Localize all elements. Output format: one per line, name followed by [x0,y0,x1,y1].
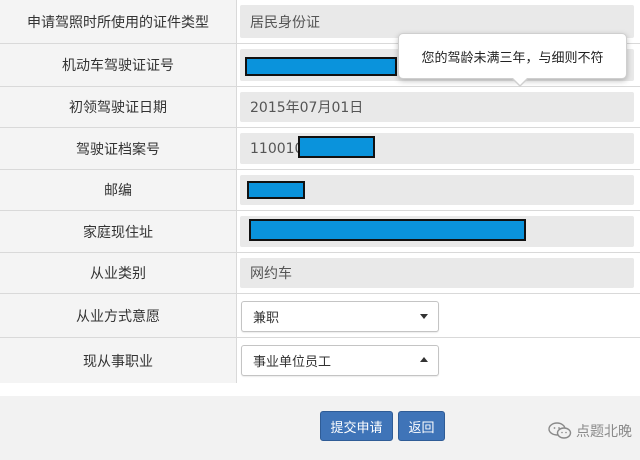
employment-mode-select[interactable]: 兼职 [241,301,439,332]
current-occupation-value: 事业单位员工 [253,355,332,370]
tooltip-arrow [511,77,529,87]
row-postal-code: 邮编 [0,170,640,211]
label-license-number: 机动车驾驶证证号 [0,44,237,86]
label-postal-code: 邮编 [0,170,237,210]
row-employment-category: 从业类别 网约车 [0,253,640,294]
driving-age-warning-tooltip: 您的驾龄未满三年，与细则不符 [398,33,627,87]
license-number-redaction [245,57,397,76]
label-license-file-number: 驾驶证档案号 [0,128,237,169]
watermark: 点题北晚 [548,421,632,441]
label-employment-category: 从业类别 [0,253,237,293]
label-id-document-type: 申请驾照时所使用的证件类型 [0,0,237,43]
first-license-date-field: 2015年07月01日 [240,92,634,122]
submit-application-button[interactable]: 提交申请 [320,411,393,441]
back-button[interactable]: 返回 [398,411,445,441]
file-number-redaction [298,136,375,158]
label-current-occupation: 现从事职业 [0,338,237,383]
wechat-icon [548,422,572,439]
row-first-license-date: 初领驾驶证日期 2015年07月01日 [0,87,640,128]
label-home-address: 家庭现住址 [0,211,237,252]
tooltip-text: 您的驾龄未满三年，与细则不符 [421,50,604,66]
chevron-down-icon [420,314,428,319]
row-employment-mode: 从业方式意愿 兼职 [0,294,640,338]
row-current-occupation: 现从事职业 事业单位员工 [0,338,640,383]
label-first-license-date: 初领驾驶证日期 [0,87,237,127]
postal-code-redaction [247,181,305,199]
label-employment-mode: 从业方式意愿 [0,294,237,337]
home-address-redaction [249,219,526,241]
employment-mode-value: 兼职 [253,311,280,326]
watermark-text: 点题北晚 [576,424,632,440]
current-occupation-select[interactable]: 事业单位员工 [241,345,439,376]
row-home-address: 家庭现住址 [0,211,640,253]
chevron-up-icon [420,357,428,362]
employment-category-field: 网约车 [240,258,634,288]
row-license-file-number: 驾驶证档案号 110010 [0,128,640,170]
form-footer: 提交申请 返回 点题北晚 [0,396,640,460]
